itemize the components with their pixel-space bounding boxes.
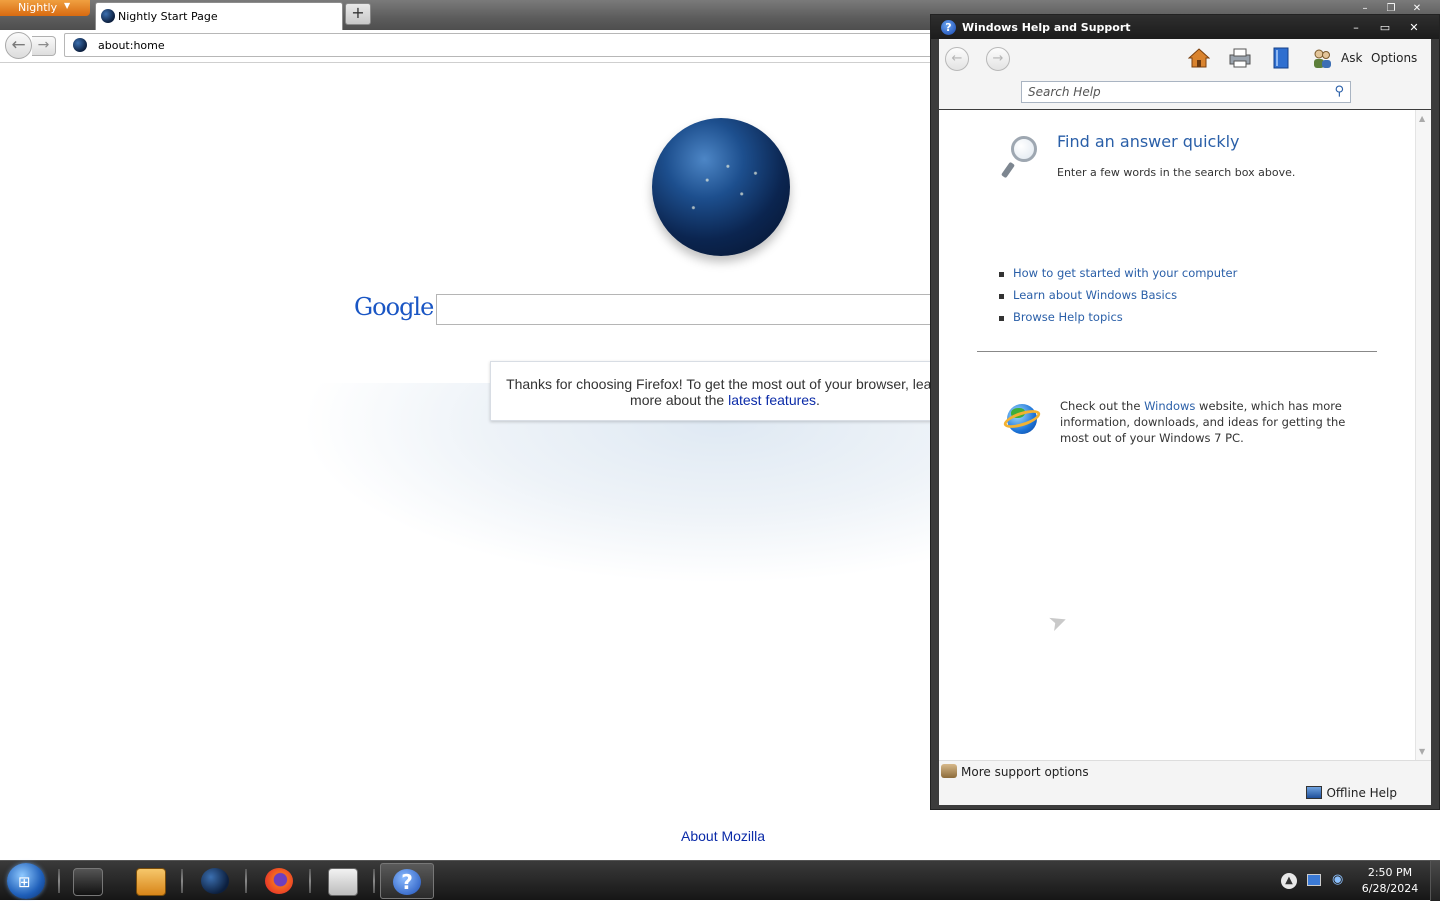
help-back-button[interactable]: ← [945, 47, 969, 71]
explorer-icon[interactable] [61, 863, 115, 899]
app-menu-label: Nightly [18, 1, 58, 14]
more-support-label: More support options [961, 765, 1089, 779]
find-answer-heading: Find an answer quickly [1057, 132, 1240, 151]
back-arrow-icon: ← [11, 35, 26, 55]
taskbar-separator [245, 869, 247, 893]
url-text[interactable]: about:home [98, 39, 165, 52]
help-toolbar: ← → Ask Options [939, 39, 1431, 79]
help-window-title: Windows Help and Support [962, 21, 1131, 34]
help-footer: More support options Offline Help [939, 760, 1431, 805]
taskbar-separator [181, 869, 183, 893]
help-search-row: Search Help ⚲ [939, 79, 1431, 109]
network-icon[interactable] [1307, 874, 1321, 886]
offline-help-label: Offline Help [1326, 786, 1397, 800]
browse-help-icon[interactable] [1269, 47, 1293, 71]
help-links-list: How to get started with your computer Le… [999, 266, 1237, 332]
clock-time: 2:50 PM [1367, 866, 1413, 879]
firefox-icon[interactable] [252, 863, 306, 899]
snippet-end: . [816, 392, 820, 408]
windows-logo-icon: ⊞ [18, 873, 31, 891]
help-icon[interactable]: ? [380, 863, 434, 899]
taskbar-separator [309, 869, 311, 893]
clock-date: 6/28/2024 [1361, 882, 1419, 895]
minimize-button[interactable]: – [1343, 20, 1369, 35]
help-question-icon: ? [941, 20, 956, 35]
url-bar[interactable]: about:home [64, 33, 964, 57]
help-search-input[interactable]: Search Help ⚲ [1021, 81, 1351, 103]
media-player-icon[interactable] [124, 863, 178, 899]
home-icon[interactable] [1187, 47, 1211, 71]
show-desktop-button[interactable] [1430, 861, 1440, 901]
snippet-box: Thanks for choosing Firefox! To get the … [490, 361, 960, 421]
magnifier-icon [1000, 136, 1043, 180]
nightly-icon[interactable] [188, 863, 242, 899]
taskbar-separator [373, 869, 375, 893]
tab-title: Nightly Start Page [118, 10, 218, 23]
forward-arrow-icon: → [992, 51, 1004, 66]
latest-features-link[interactable]: latest features [728, 392, 816, 408]
back-button[interactable]: ← [5, 32, 32, 59]
search-icon[interactable]: ⚲ [1334, 84, 1344, 99]
close-button[interactable]: ✕ [1401, 20, 1427, 35]
find-answer-subtitle: Enter a few words in the search box abov… [1057, 166, 1296, 179]
windows-website-link[interactable]: Windows [1144, 399, 1195, 413]
tab-nightly-start-page[interactable]: Nightly Start Page [95, 2, 343, 30]
search-input[interactable] [436, 294, 956, 325]
ask-icon[interactable] [1310, 47, 1334, 71]
offline-help-button[interactable]: Offline Help [1306, 786, 1397, 800]
nightly-favicon-icon [101, 9, 115, 23]
browser-caption-buttons: – ❐ ✕ [1352, 0, 1440, 14]
internet-explorer-icon [1001, 400, 1043, 434]
print-icon[interactable] [1228, 47, 1252, 71]
mouse-pointer-icon: ➤ [1045, 607, 1072, 638]
taskbar-separator [58, 869, 60, 893]
forward-button[interactable]: → [32, 36, 56, 56]
link-get-started[interactable]: How to get started with your computer [999, 266, 1237, 288]
options-button[interactable]: Options [1371, 51, 1417, 65]
help-forward-button[interactable]: → [986, 47, 1010, 71]
nightly-globe-logo [652, 118, 790, 256]
snippet-text: Thanks for choosing Firefox! To get the … [506, 376, 944, 408]
scroll-up-icon[interactable]: ▲ [1419, 114, 1425, 123]
back-arrow-icon: ← [951, 51, 963, 66]
help-titlebar[interactable]: ? Windows Help and Support – ▭ ✕ [931, 15, 1439, 39]
more-support-options-button[interactable]: More support options [941, 764, 1089, 779]
search-placeholder: Search Help [1028, 85, 1101, 99]
google-logo: Google [354, 293, 434, 321]
computer-icon [1306, 786, 1323, 799]
divider [977, 351, 1377, 352]
site-identity-icon[interactable] [73, 38, 87, 52]
forward-arrow-icon: → [37, 37, 50, 53]
check-text-before: Check out the [1060, 399, 1145, 413]
notepad-icon[interactable] [316, 863, 370, 899]
taskbar: ⊞ ? ▲ ◉ 2:50 PM 6/28/2024 [0, 860, 1440, 901]
support-people-icon [941, 764, 957, 778]
windows-website-text: Check out the Windows website, which has… [1060, 398, 1360, 446]
link-windows-basics[interactable]: Learn about Windows Basics [999, 288, 1237, 310]
maximize-button[interactable]: ▭ [1372, 20, 1398, 35]
start-button[interactable]: ⊞ [7, 863, 45, 899]
chevron-down-icon: ▼ [64, 1, 71, 10]
nightly-app-menu-button[interactable]: Nightly ▼ [0, 0, 90, 16]
link-browse-topics[interactable]: Browse Help topics [999, 310, 1237, 332]
about-mozilla-link[interactable]: About Mozilla [681, 828, 765, 844]
new-tab-button[interactable]: + [345, 3, 371, 25]
scroll-down-icon[interactable]: ▼ [1419, 747, 1425, 756]
ask-button[interactable]: Ask [1341, 51, 1362, 65]
help-window: ? Windows Help and Support – ▭ ✕ ← → Ask… [930, 14, 1440, 810]
show-hidden-icons-icon[interactable]: ▲ [1281, 873, 1297, 889]
help-scrollbar[interactable]: ▲ ▼ [1415, 110, 1431, 760]
google-logo-text: Google [354, 293, 434, 321]
volume-icon[interactable]: ◉ [1332, 872, 1348, 890]
help-content-pane: Find an answer quickly Enter a few words… [939, 110, 1415, 760]
clock[interactable]: 2:50 PM 6/28/2024 [1356, 865, 1424, 897]
